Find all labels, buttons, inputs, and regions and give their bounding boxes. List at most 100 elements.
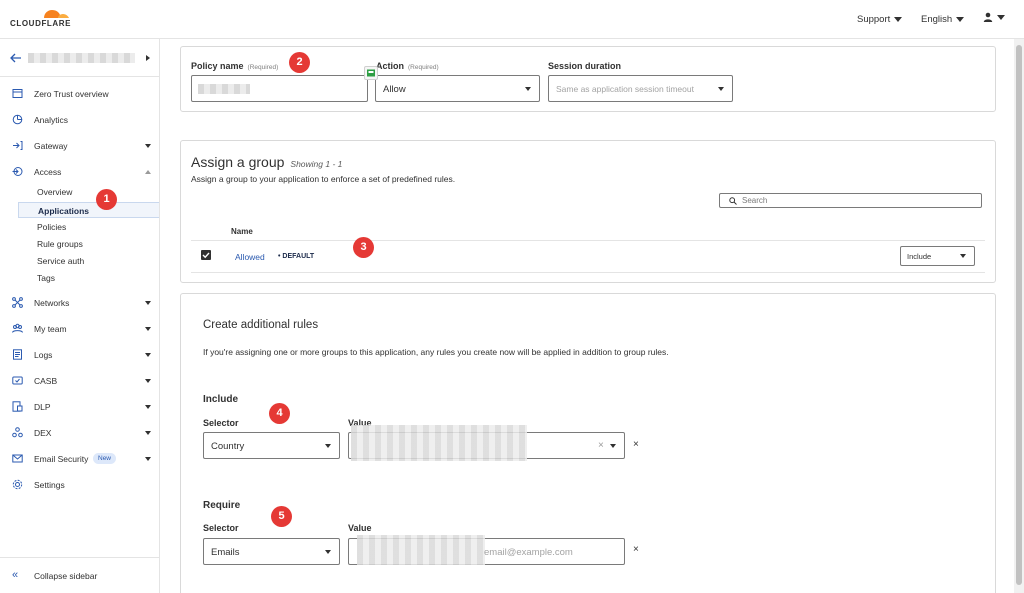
policy-name-input[interactable] xyxy=(191,75,368,102)
search-placeholder: Search xyxy=(742,196,768,205)
rules-title: Create additional rules xyxy=(203,319,319,331)
annotation-marker-5: 5 xyxy=(271,506,292,527)
sidebar-item-dlp[interactable]: DLP xyxy=(0,397,160,417)
sidebar-item-my-team[interactable]: My team xyxy=(0,319,160,339)
sidebar-subitem-label: Tags xyxy=(37,273,55,283)
showing-count: Showing 1 - 1 xyxy=(290,159,343,169)
chevron-down-icon xyxy=(145,379,151,383)
dex-icon xyxy=(12,427,23,438)
sidebar-item-label: Settings xyxy=(34,480,65,490)
require-heading: Require xyxy=(203,500,241,511)
additional-rules-card: Create additional rules If you're assign… xyxy=(180,293,996,593)
assign-group-description: Assign a group to your application to en… xyxy=(191,174,456,184)
casb-icon xyxy=(12,376,23,385)
sidebar-item-zero-trust-overview[interactable]: Zero Trust overview xyxy=(0,84,160,104)
overview-icon xyxy=(12,89,23,98)
scrollbar-thumb[interactable] xyxy=(1016,45,1022,585)
policy-name-redacted xyxy=(198,84,250,94)
access-icon xyxy=(12,167,23,176)
group-mode-select[interactable]: Include xyxy=(900,246,975,266)
email-icon xyxy=(12,454,23,463)
page-scrollbar[interactable] xyxy=(1014,39,1024,593)
table-row: Allowed • DEFAULT Include xyxy=(191,241,985,273)
include-heading: Include xyxy=(203,394,239,405)
sidebar-item-gateway[interactable]: Gateway xyxy=(0,136,160,156)
autofill-glyph-icon xyxy=(367,69,375,77)
require-value-redacted xyxy=(357,535,485,565)
logs-icon xyxy=(13,349,22,360)
account-switcher[interactable] xyxy=(0,39,160,77)
require-selector-label: Selector xyxy=(203,523,239,533)
chevron-down-icon xyxy=(325,444,331,448)
sidebar-item-access[interactable]: Access xyxy=(0,162,160,182)
collapse-sidebar-label: Collapse sidebar xyxy=(34,571,98,581)
sidebar-item-label: Zero Trust overview xyxy=(34,89,109,99)
require-selector-value: Emails xyxy=(211,547,240,558)
sidebar-item-analytics[interactable]: Analytics xyxy=(0,110,160,130)
clear-icon[interactable]: × xyxy=(598,440,604,451)
include-value-multiselect[interactable]: × xyxy=(348,425,625,461)
row-checkbox[interactable] xyxy=(201,250,211,260)
sidebar-item-email-security[interactable]: Email Security New xyxy=(0,449,160,469)
include-selector-select[interactable]: Country xyxy=(203,432,340,459)
gateway-icon xyxy=(13,141,23,150)
networks-icon xyxy=(12,297,23,308)
require-value-placeholder: email@example.com xyxy=(484,547,573,558)
user-icon xyxy=(983,13,993,23)
action-select[interactable]: Allow xyxy=(375,75,540,102)
session-duration-select[interactable]: Same as application session timeout xyxy=(548,75,733,102)
brand-name: CLOUDFLARE xyxy=(10,19,72,28)
include-selector-value: Country xyxy=(211,441,245,452)
assign-group-title: Assign a group Showing 1 - 1 xyxy=(191,154,343,170)
sidebar-subitem-rule-groups[interactable]: Rule groups xyxy=(18,236,159,252)
sidebar-subitem-overview[interactable]: Overview xyxy=(18,184,159,200)
cloudflare-logo[interactable]: CLOUDFLARE xyxy=(10,6,80,32)
sidebar-subitem-policies[interactable]: Policies xyxy=(18,219,159,235)
chevron-down-icon xyxy=(894,16,903,22)
sidebar-item-logs[interactable]: Logs xyxy=(0,345,160,365)
back-arrow-icon[interactable] xyxy=(10,53,22,63)
session-duration-placeholder: Same as application session timeout xyxy=(556,84,694,94)
table-divider xyxy=(191,272,985,273)
require-selector-select[interactable]: Emails xyxy=(203,538,340,565)
sidebar-item-label: Email Security xyxy=(34,454,89,464)
remove-include-rule-icon[interactable]: × xyxy=(633,439,639,450)
collapse-sidebar-button[interactable]: « Collapse sidebar xyxy=(0,557,160,593)
group-search-input[interactable]: Search xyxy=(719,193,982,208)
user-menu[interactable] xyxy=(983,12,1005,23)
sidebar-item-dex[interactable]: DEX xyxy=(0,423,160,443)
action-value: Allow xyxy=(383,84,406,95)
sidebar-subitem-label: Rule groups xyxy=(37,239,83,249)
remove-require-rule-icon[interactable]: × xyxy=(633,544,639,555)
sidebar-item-casb[interactable]: CASB xyxy=(0,371,160,391)
chevron-down-icon xyxy=(960,254,966,258)
sidebar-item-settings[interactable]: Settings xyxy=(0,475,160,495)
sidebar-item-networks[interactable]: Networks xyxy=(0,293,160,313)
double-chevron-left-icon: « xyxy=(12,569,19,581)
top-bar: CLOUDFLARE Support English xyxy=(0,0,1024,39)
sidebar-subitem-service-auth[interactable]: Service auth xyxy=(18,253,159,269)
group-name-link[interactable]: Allowed xyxy=(235,252,265,262)
chevron-down-icon xyxy=(145,353,151,357)
required-hint: (Required) xyxy=(247,64,279,71)
sidebar-subitem-applications[interactable]: Applications xyxy=(18,202,159,218)
sidebar-subitem-tags[interactable]: Tags xyxy=(18,270,159,286)
autofill-icon[interactable] xyxy=(364,66,378,80)
require-value-label: Value xyxy=(348,523,372,533)
assign-group-card: Assign a group Showing 1 - 1 Assign a gro… xyxy=(180,140,996,283)
language-menu[interactable]: English xyxy=(921,14,965,25)
sidebar: Zero Trust overview Analytics Gateway Ac… xyxy=(0,39,160,593)
support-menu[interactable]: Support xyxy=(857,14,903,25)
sidebar-subitem-label: Applications xyxy=(38,206,90,216)
chevron-down-icon xyxy=(145,431,151,435)
annotation-marker-3: 3 xyxy=(353,237,374,258)
annotation-marker-2: 2 xyxy=(289,52,310,73)
include-value-redacted xyxy=(351,425,527,461)
action-label: Action (Required) xyxy=(376,61,439,71)
chevron-right-icon xyxy=(146,55,150,61)
require-value-input[interactable]: email@example.com xyxy=(348,535,625,565)
group-mode-value: Include xyxy=(907,252,932,261)
annotation-marker-4: 4 xyxy=(269,403,290,424)
include-selector-label: Selector xyxy=(203,418,239,428)
chevron-up-icon xyxy=(145,170,151,174)
